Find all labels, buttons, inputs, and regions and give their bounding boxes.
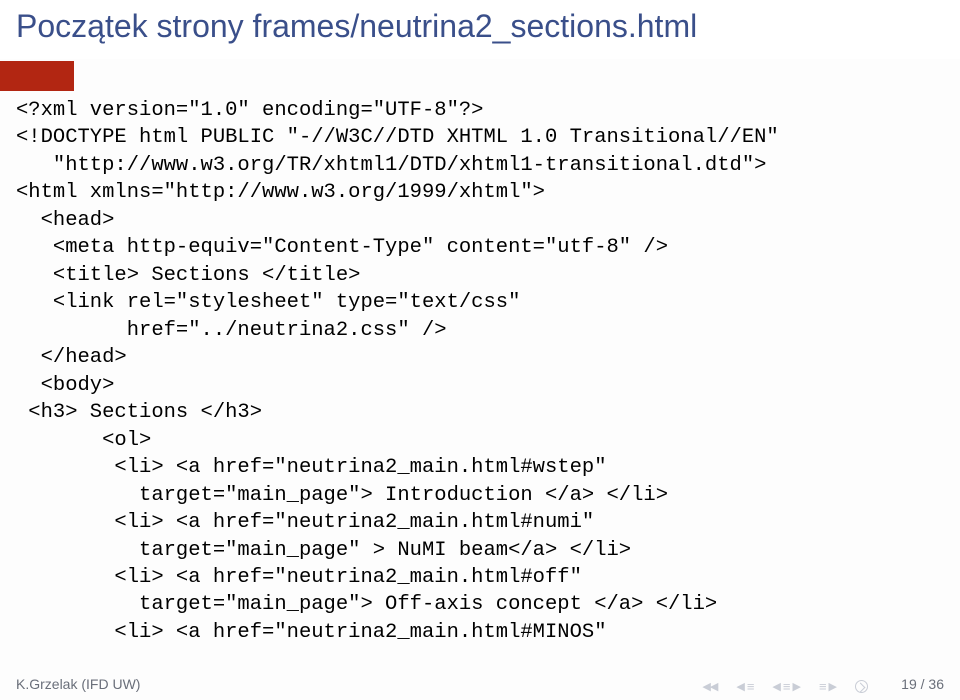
footer-author: K.Grzelak (IFD UW) — [16, 676, 140, 692]
footer-page: 19 / 36 — [901, 676, 944, 692]
code-line: target="main_page" > NuMI beam</a> </li> — [16, 539, 631, 562]
code-line: <ol> — [16, 429, 151, 452]
slide-title: Początek strony frames/neutrina2_section… — [16, 8, 960, 45]
code-line: target="main_page"> Off-axis concept </a… — [16, 593, 717, 616]
code-line: target="main_page"> Introduction </a> </… — [16, 484, 668, 507]
footer: K.Grzelak (IFD UW) 19 / 36 — [0, 676, 960, 692]
code-line: <h3> Sections </h3> — [16, 401, 262, 424]
code-line: <meta http-equiv="Content-Type" content=… — [16, 236, 668, 259]
code-line: <li> <a href="neutrina2_main.html#off" — [16, 566, 582, 589]
accent-bar — [0, 61, 74, 91]
title-bar: Początek strony frames/neutrina2_section… — [0, 0, 960, 59]
code-line: <!DOCTYPE html PUBLIC "-//W3C//DTD XHTML… — [16, 126, 779, 149]
code-line: <li> <a href="neutrina2_main.html#wstep" — [16, 456, 607, 479]
code-line: <?xml version="1.0" encoding="UTF-8"?> — [16, 99, 483, 122]
code-line: <li> <a href="neutrina2_main.html#MINOS" — [16, 621, 607, 644]
code-line: <html xmlns="http://www.w3.org/1999/xhtm… — [16, 181, 545, 204]
code-line: </head> — [16, 346, 127, 369]
code-line: <li> <a href="neutrina2_main.html#numi" — [16, 511, 594, 534]
code-line: <head> — [16, 209, 114, 232]
code-line: <title> Sections </title> — [16, 264, 360, 287]
code-block: <?xml version="1.0" encoding="UTF-8"?> <… — [0, 91, 960, 646]
code-line: <link rel="stylesheet" type="text/css" — [16, 291, 520, 314]
code-line: "http://www.w3.org/TR/xhtml1/DTD/xhtml1-… — [16, 154, 766, 177]
code-line: <body> — [16, 374, 114, 397]
code-line: href="../neutrina2.css" /> — [16, 319, 447, 342]
slide: Początek strony frames/neutrina2_section… — [0, 0, 960, 700]
